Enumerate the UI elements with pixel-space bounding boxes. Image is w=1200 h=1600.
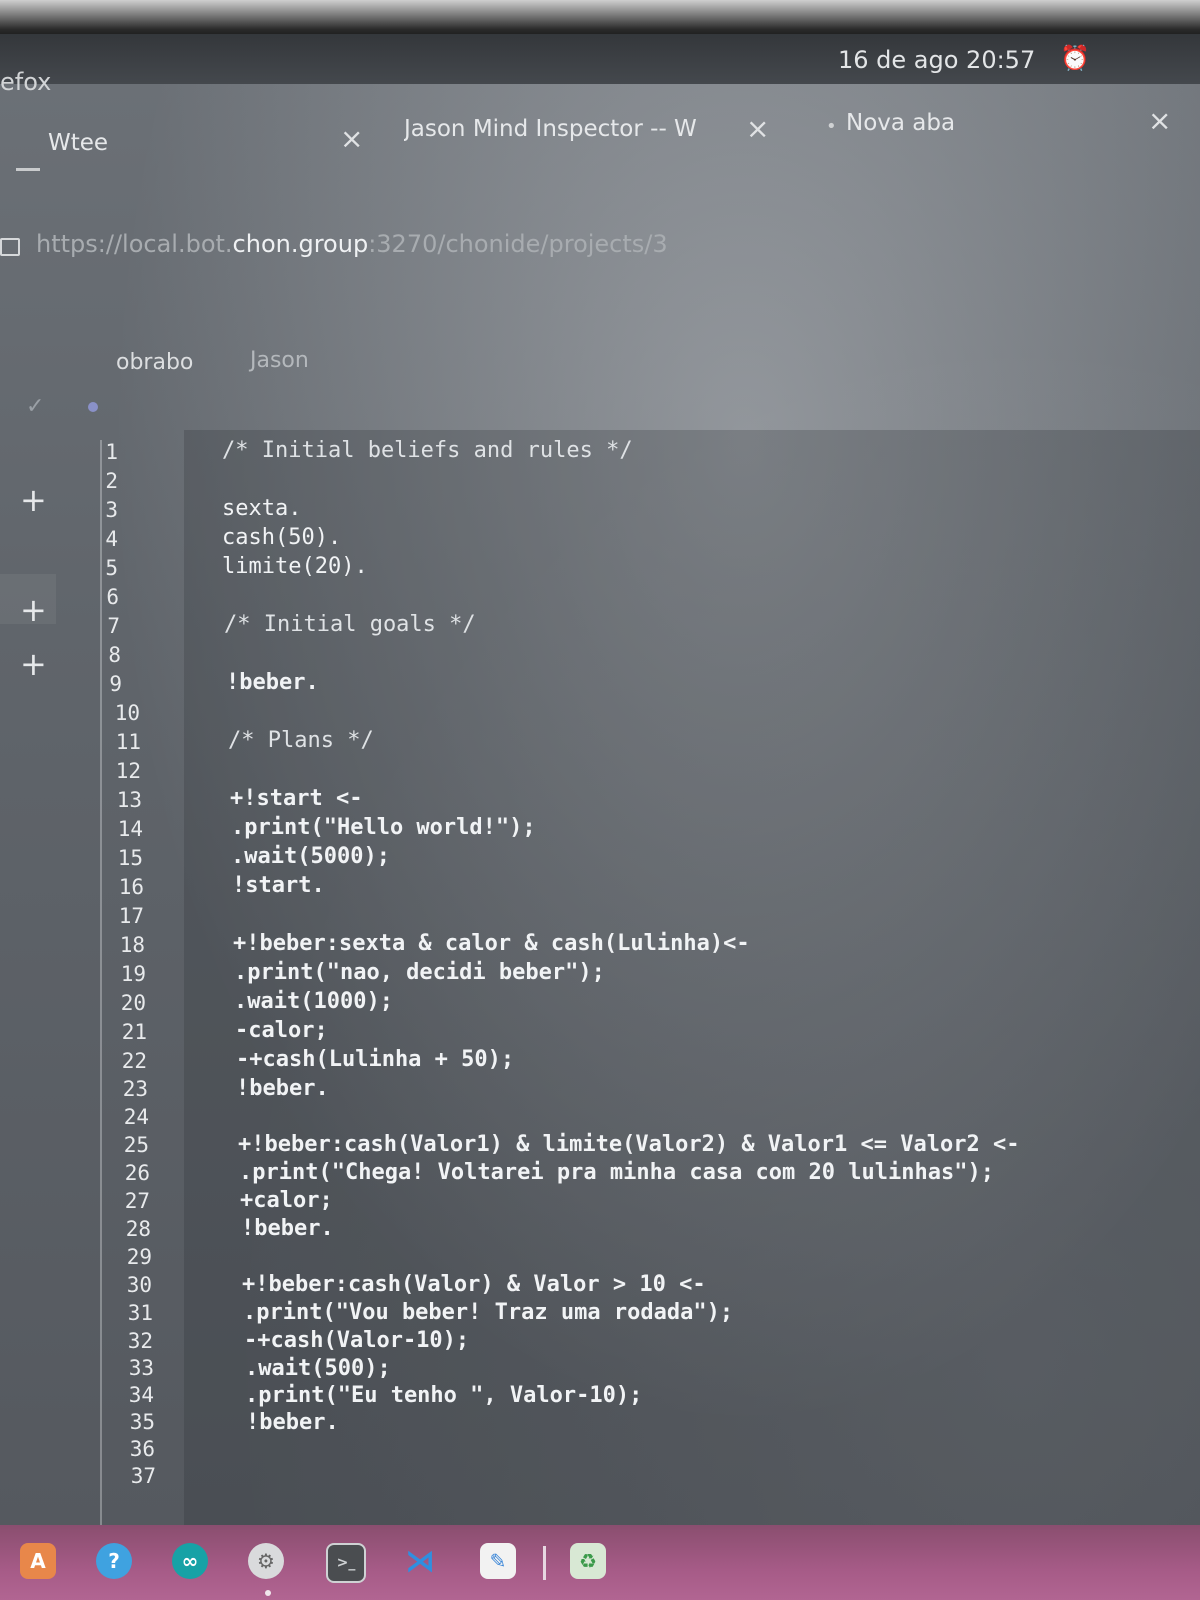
line-number: 24 <box>123 1105 149 1129</box>
line-number: 36 <box>129 1437 155 1461</box>
code-line: !start. <box>232 873 325 898</box>
line-number: 14 <box>117 817 143 841</box>
terminal-icon[interactable]: >_ <box>326 1543 366 1583</box>
vscode-icon[interactable]: ⋊ <box>402 1543 438 1579</box>
line-number: 21 <box>121 1020 147 1044</box>
line-number: 35 <box>129 1410 155 1434</box>
project-tab-obrabo[interactable]: obrabo <box>116 350 193 375</box>
code-line: cash(50). <box>222 525 342 550</box>
code-line: +calor; <box>240 1188 333 1213</box>
line-number: 28 <box>125 1217 151 1241</box>
code-line: .print("Chega! Voltarei pra minha casa c… <box>239 1160 994 1185</box>
line-number: 26 <box>124 1161 150 1185</box>
check-icon: ✓ <box>26 394 45 419</box>
close-icon[interactable]: × <box>746 112 769 145</box>
line-number: 34 <box>128 1383 154 1407</box>
tab-nova-aba[interactable]: Nova aba <box>846 110 955 136</box>
line-number: 20 <box>120 991 146 1015</box>
code-line: +!beber:cash(Valor) & Valor > 10 <- <box>242 1272 706 1297</box>
dock-separator <box>543 1546 546 1580</box>
trash-icon[interactable]: ♻ <box>570 1543 606 1579</box>
text-editor-icon[interactable]: ✎ <box>480 1543 516 1579</box>
line-number: 5 <box>105 556 118 580</box>
url-prefix: https://local.bot. <box>36 230 233 258</box>
line-number: 37 <box>130 1464 156 1488</box>
line-number: 6 <box>106 585 119 609</box>
code-line: .print("Hello world!"); <box>231 815 536 840</box>
line-number: 27 <box>124 1189 150 1213</box>
line-number: 18 <box>119 933 145 957</box>
code-line: +!start <- <box>230 786 363 811</box>
line-number: 11 <box>115 730 141 754</box>
add-icon[interactable]: + <box>20 484 47 516</box>
url-suffix: :3270/chonide/projects/3 <box>368 230 668 258</box>
line-number: 22 <box>121 1049 147 1073</box>
close-icon[interactable]: × <box>340 122 363 155</box>
code-line: .print("Vou beber! Traz uma rodada"); <box>243 1300 734 1325</box>
line-number: 10 <box>114 701 140 725</box>
lock-icon <box>0 238 20 256</box>
line-number: 33 <box>128 1356 154 1380</box>
line-number: 13 <box>116 788 142 812</box>
line-number: 7 <box>107 614 120 638</box>
add-icon[interactable]: + <box>20 594 47 626</box>
code-line: !beber. <box>246 1410 339 1435</box>
project-tab-jason[interactable]: Jason <box>250 348 309 373</box>
line-number: 4 <box>105 527 118 551</box>
code-line: .wait(500); <box>245 1356 391 1381</box>
line-number: 29 <box>126 1245 152 1269</box>
line-number: 25 <box>123 1133 149 1157</box>
line-number: 16 <box>118 875 144 899</box>
code-line: .print("Eu tenho ", Valor-10); <box>245 1383 643 1408</box>
arduino-icon[interactable]: ∞ <box>172 1543 208 1579</box>
line-number: 8 <box>108 643 121 667</box>
line-number: 9 <box>109 672 122 696</box>
settings-icon[interactable]: ⚙ <box>248 1543 284 1579</box>
code-line: -+cash(Valor-10); <box>244 1328 470 1353</box>
line-number: 15 <box>117 846 143 870</box>
tab-wtee[interactable]: Wtee <box>48 130 108 156</box>
code-line: /* Initial goals */ <box>224 612 476 637</box>
tab-jason-mind-inspector[interactable]: Jason Mind Inspector -- W <box>404 116 720 142</box>
code-line: !beber. <box>226 670 319 695</box>
line-number: 19 <box>120 962 146 986</box>
code-line: /* Initial beliefs and rules */ <box>222 438 633 463</box>
code-line: -calor; <box>235 1018 328 1043</box>
unsaved-dot-icon <box>88 402 98 412</box>
help-icon[interactable]: ? <box>96 1543 132 1579</box>
url-field[interactable]: https://local.bot.chon.group:3270/chonid… <box>36 230 668 258</box>
line-number: 1 <box>105 440 118 464</box>
software-store-icon[interactable]: A <box>20 1543 56 1579</box>
code-line: .wait(1000); <box>234 989 393 1014</box>
code-line: limite(20). <box>222 554 368 579</box>
code-line: .print("nao, decidi beber"); <box>234 960 605 985</box>
code-line: +!beber:cash(Valor1) & limite(Valor2) & … <box>238 1132 1020 1157</box>
app-name: efox <box>0 68 52 96</box>
line-number: 30 <box>126 1273 152 1297</box>
line-number: 32 <box>127 1329 153 1353</box>
line-number: 17 <box>118 904 144 928</box>
line-number: 31 <box>127 1301 153 1325</box>
tab-dot-icon: • <box>826 116 837 137</box>
add-icon[interactable]: + <box>20 648 47 680</box>
close-icon[interactable]: × <box>1148 104 1171 137</box>
line-number: 23 <box>122 1077 148 1101</box>
tab-indicator <box>16 168 40 171</box>
running-indicator <box>265 1590 271 1596</box>
code-line: +!beber:sexta & calor & cash(Lulinha)<- <box>233 931 750 956</box>
code-line: sexta. <box>222 496 302 521</box>
url-host: chon.group <box>232 230 369 258</box>
code-line: /* Plans */ <box>228 728 374 753</box>
line-number: 2 <box>105 469 118 493</box>
clock[interactable]: 16 de ago 20:57 <box>838 46 1035 74</box>
line-number: 12 <box>115 759 141 783</box>
code-line: !beber. <box>241 1216 334 1241</box>
alarm-bell-icon[interactable]: ⏰ <box>1060 44 1090 72</box>
code-line: -+cash(Lulinha + 50); <box>236 1047 515 1072</box>
line-number: 3 <box>105 498 118 522</box>
code-line: .wait(5000); <box>231 844 390 869</box>
code-line: !beber. <box>236 1076 329 1101</box>
